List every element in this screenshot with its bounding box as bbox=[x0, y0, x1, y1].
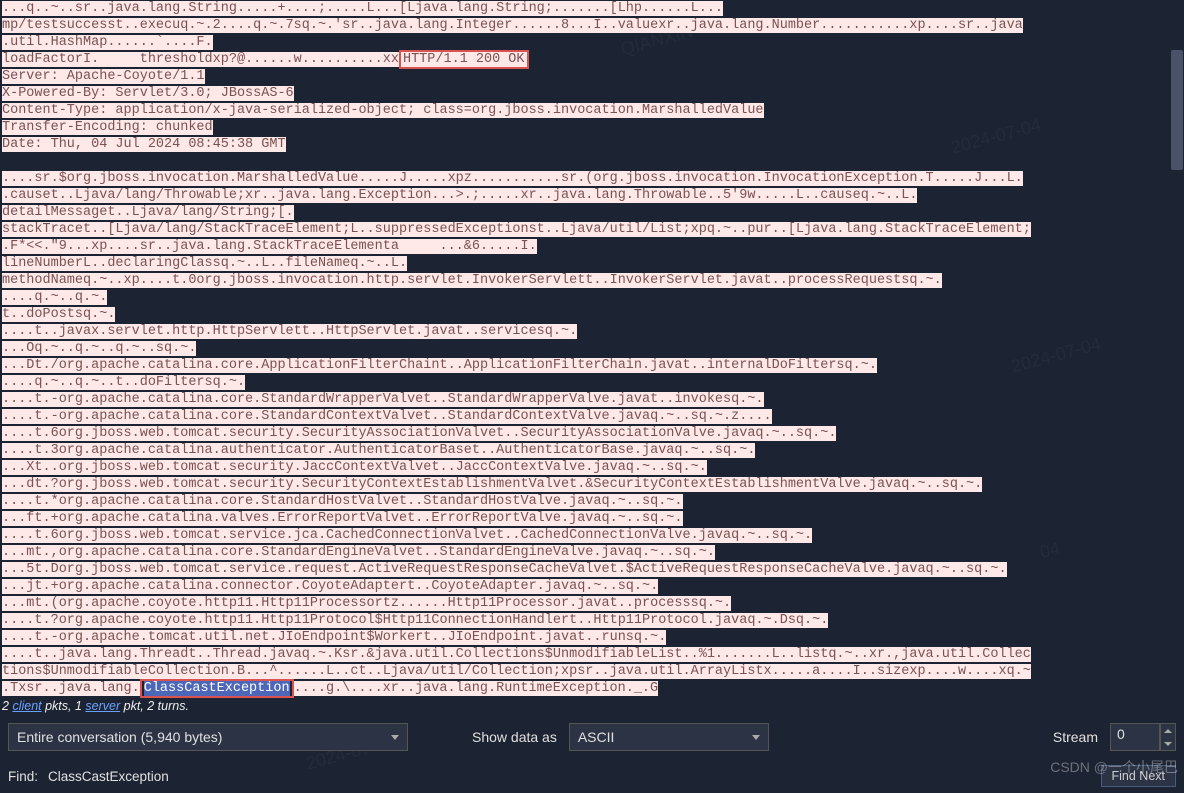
stream-input[interactable]: 0 bbox=[1110, 723, 1160, 751]
controls-bar: Entire conversation (5,940 bytes) Show d… bbox=[0, 715, 1184, 759]
packet-stats: 2 client pkts, 1 server pkt, 2 turns. bbox=[0, 697, 1184, 715]
dump-text: ....t.?org.apache.coyote.http11.Http11Pr… bbox=[2, 613, 828, 628]
dump-text: detailMessaget..Ljava/lang/String;[. bbox=[2, 205, 294, 220]
dump-text: ....t.6org.jboss.web.tomcat.service.jca.… bbox=[2, 528, 812, 543]
scroll-thumb[interactable] bbox=[1171, 50, 1183, 170]
date-header: Date: Thu, 04 Jul 2024 08:45:38 GMT bbox=[2, 137, 286, 152]
dump-text: mp/testsuccesst..execuq.~.2....q.~.7sq.~… bbox=[2, 18, 1023, 33]
spinner-up-icon[interactable] bbox=[1161, 724, 1175, 737]
dump-text: .causet..Ljava/lang/Throwable;xr..java.l… bbox=[2, 188, 917, 203]
dump-text: ...Xt..org.jboss.web.tomcat.security.Jac… bbox=[2, 460, 707, 475]
dump-text: ....sr.$org.jboss.invocation.MarshalledV… bbox=[2, 171, 1023, 186]
dump-text: ...jt.+org.apache.catalina.connector.Coy… bbox=[2, 579, 658, 594]
show-data-as-label: Show data as bbox=[472, 729, 557, 745]
dump-text: ....t..javax.servlet.http.HttpServlett..… bbox=[2, 324, 577, 339]
dump-text: ....q.~..q.~. bbox=[2, 290, 107, 305]
dump-text: ....t.-org.apache.catalina.core.Standard… bbox=[2, 392, 764, 407]
stream-spinner[interactable] bbox=[1160, 723, 1176, 751]
dump-text: ....q.~..q.~..t..doFiltersq.~. bbox=[2, 375, 245, 390]
csdn-watermark: CSDN @一个小尾巴 bbox=[1050, 757, 1178, 777]
conversation-value: Entire conversation (5,940 bytes) bbox=[17, 729, 222, 745]
dump-text: ....t.*org.apache.catalina.core.Standard… bbox=[2, 494, 683, 509]
dump-text: tions$UnmodifiableCollection.B...^......… bbox=[2, 664, 1031, 679]
dump-text: lineNumberL..declaringClassq.~..L..fileN… bbox=[2, 256, 407, 271]
find-bar: Find: ClassCastException Find Next bbox=[0, 759, 1184, 793]
conversation-dropdown[interactable]: Entire conversation (5,940 bytes) bbox=[8, 723, 408, 751]
dump-text: ....t.6org.jboss.web.tomcat.security.Sec… bbox=[2, 426, 836, 441]
dump-text: ...dt.?org.jboss.web.tomcat.security.Sec… bbox=[2, 477, 982, 492]
dump-text: ....t.3org.apache.catalina.authenticator… bbox=[2, 443, 755, 458]
dump-text: ....t.-org.apache.catalina.core.Standard… bbox=[2, 409, 772, 424]
encoding-value: ASCII bbox=[578, 729, 615, 745]
dump-text: ...Dt./org.apache.catalina.core.Applicat… bbox=[2, 358, 877, 373]
spinner-down-icon[interactable] bbox=[1161, 737, 1175, 750]
http-status-highlight: HTTP/1.1 200 OK bbox=[399, 50, 529, 69]
dump-text: methodNameq.~..xp....t.0org.jboss.invoca… bbox=[2, 273, 942, 288]
xpowered-header: X-Powered-By: Servlet/3.0; JBossAS-6 bbox=[2, 86, 294, 101]
server-header: Server: Apache-Coyote/1.1 bbox=[2, 69, 205, 84]
dump-text: .Txsr..java.lang. bbox=[2, 681, 140, 696]
dump-text: ...ft.+org.apache.catalina.valves.ErrorR… bbox=[2, 511, 683, 526]
dump-text: t..doPostsq.~. bbox=[2, 307, 115, 322]
dump-text: ....t..java.lang.Threadt..Thread.javaq.~… bbox=[2, 647, 1031, 662]
scrollbar[interactable] bbox=[1170, 0, 1184, 690]
content-type-header: Content-Type: application/x-java-seriali… bbox=[2, 103, 764, 118]
find-input[interactable]: ClassCastException bbox=[48, 769, 169, 784]
server-link[interactable]: server bbox=[85, 699, 120, 713]
dump-text: ...mt.,org.apache.catalina.core.Standard… bbox=[2, 545, 715, 560]
stream-label: Stream bbox=[1053, 729, 1098, 745]
dump-text: ...5t.Dorg.jboss.web.tomcat.service.requ… bbox=[2, 562, 1007, 577]
dump-text: ...q..~..sr..java.lang.String.....+....;… bbox=[2, 1, 723, 16]
transfer-encoding-header: Transfer-Encoding: chunked bbox=[2, 120, 213, 135]
dump-text: .util.HashMap......`....F. bbox=[2, 35, 213, 50]
chevron-down-icon bbox=[391, 735, 399, 740]
chevron-down-icon bbox=[752, 735, 760, 740]
packet-dump[interactable]: ...q..~..sr..java.lang.String.....+....;… bbox=[0, 0, 1184, 697]
dump-text: ....t.-org.apache.tomcat.util.net.JIoEnd… bbox=[2, 630, 666, 645]
class-cast-exception-highlight: ClassCastException bbox=[144, 681, 290, 696]
client-link[interactable]: client bbox=[12, 699, 41, 713]
dump-text: ....g.\....xr..java.lang.RuntimeExceptio… bbox=[294, 681, 659, 696]
dump-text: .F*<<."9...xp....sr..java.lang.StackTrac… bbox=[2, 239, 537, 254]
dump-text: ...Oq.~..q.~..q.~..sq.~. bbox=[2, 341, 196, 356]
dump-text: loadFactorI. thresholdxp?@......w.......… bbox=[2, 52, 399, 67]
encoding-dropdown[interactable]: ASCII bbox=[569, 723, 769, 751]
find-label: Find: bbox=[8, 769, 38, 784]
dump-text: ...mt.(org.apache.coyote.http11.Http11Pr… bbox=[2, 596, 731, 611]
dump-text: stackTracet..[Ljava/lang/StackTraceEleme… bbox=[2, 222, 1031, 237]
